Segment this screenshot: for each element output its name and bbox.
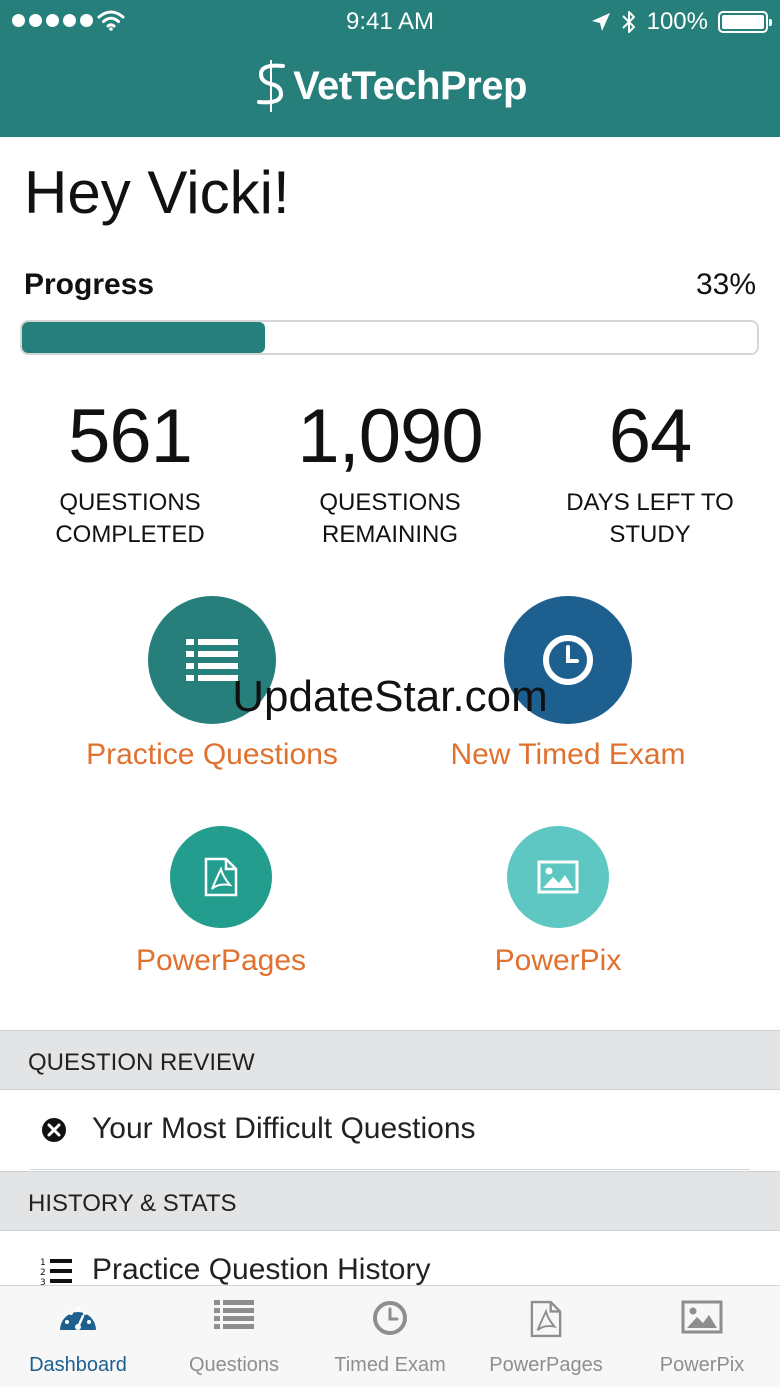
list-item-label: Your Most Difficult Questions <box>92 1112 476 1145</box>
power-pix-label: PowerPix <box>494 944 622 977</box>
tab-powerpix[interactable]: PowerPix <box>624 1286 780 1387</box>
watermark-text: UpdateStar.com <box>232 672 548 721</box>
stat-label-line: STUDY <box>609 521 691 548</box>
location-arrow-icon <box>591 13 610 31</box>
stat-label: DAYS LEFT TO STUDY <box>520 487 780 551</box>
power-pages-button[interactable]: PowerPages <box>71 826 371 978</box>
tab-timed-exam[interactable]: Timed Exam <box>312 1286 468 1387</box>
tab-label: PowerPages <box>489 1354 603 1376</box>
dashboard-icon <box>60 1307 96 1330</box>
tab-powerpages[interactable]: PowerPages <box>468 1286 624 1387</box>
stat-number: 561 <box>68 394 193 479</box>
stat-label: QUESTIONS COMPLETED <box>0 487 260 551</box>
new-timed-exam-label: New Timed Exam <box>450 738 686 771</box>
numbered-list-icon: 1 2 3 <box>40 1258 72 1285</box>
section-header-question-review: QUESTION REVIEW <box>0 1030 780 1090</box>
caduceus-logo-icon <box>257 60 286 112</box>
tab-dashboard[interactable]: Dashboard <box>0 1286 156 1387</box>
row-divider <box>30 1169 750 1170</box>
app-header: 9:41 AM 100% VetTechPrep <box>0 0 780 137</box>
list-item-label: Practice Question History <box>92 1253 431 1285</box>
image-icon <box>537 860 579 894</box>
svg-text:3: 3 <box>40 1278 46 1285</box>
power-pix-button[interactable]: PowerPix <box>408 826 708 978</box>
practice-questions-label: Practice Questions <box>86 738 338 771</box>
list-icon <box>214 1300 254 1329</box>
tab-label: Questions <box>188 1354 280 1376</box>
list-item-practice-question-history[interactable]: 1 2 3 Practice Question History <box>0 1231 780 1285</box>
stat-number: 1,090 <box>297 394 483 479</box>
list-item-most-difficult-questions[interactable]: Your Most Difficult Questions <box>0 1090 780 1170</box>
stat-questions-completed: 561 QUESTIONS COMPLETED <box>0 395 260 551</box>
status-bar: 9:41 AM 100% <box>0 0 780 44</box>
pdf-icon <box>530 1300 562 1338</box>
image-icon <box>681 1300 723 1334</box>
battery-icon <box>718 11 772 33</box>
tab-questions[interactable]: Questions <box>156 1286 312 1387</box>
stat-label-line: COMPLETED <box>55 521 205 548</box>
tab-bar: Dashboard Questions Timed Exam PowerPage… <box>0 1285 780 1387</box>
stat-label: QUESTIONS REMAINING <box>260 487 520 551</box>
stat-number: 64 <box>608 394 693 479</box>
power-pix-circle[interactable] <box>507 826 609 928</box>
close-circle-icon <box>42 1118 66 1142</box>
tab-label: Timed Exam <box>334 1354 446 1376</box>
svg-text:2: 2 <box>40 1268 46 1278</box>
greeting-title: Hey Vicki! <box>24 159 290 226</box>
progress-label: Progress <box>24 268 155 301</box>
power-pages-circle[interactable] <box>170 826 272 928</box>
tab-label: Dashboard <box>29 1354 127 1376</box>
stat-label-line: REMAINING <box>321 521 458 548</box>
status-right: 100% <box>591 8 772 36</box>
tab-label: PowerPix <box>659 1354 745 1376</box>
section-header-label: QUESTION REVIEW <box>28 1049 255 1076</box>
section-header-history-stats: HISTORY & STATS <box>0 1171 780 1231</box>
stat-days-left: 64 DAYS LEFT TO STUDY <box>520 395 780 551</box>
pdf-icon <box>204 857 238 897</box>
app-logo-text: VetTechPrep <box>293 63 527 108</box>
stat-questions-remaining: 1,090 QUESTIONS REMAINING <box>260 395 520 551</box>
clock-icon <box>373 1301 407 1335</box>
stats-row: 561 QUESTIONS COMPLETED 1,090 QUESTIONS … <box>0 395 780 555</box>
app-logo: VetTechPrep <box>0 58 780 114</box>
progress-bar <box>20 320 759 355</box>
stat-label-line: DAYS LEFT TO <box>566 489 734 516</box>
battery-percent: 100% <box>646 8 708 35</box>
stat-label-line: QUESTIONS <box>319 489 461 516</box>
svg-text:1: 1 <box>40 1258 46 1268</box>
stat-label-line: QUESTIONS <box>59 489 201 516</box>
bluetooth-icon <box>621 11 635 33</box>
power-pages-label: PowerPages <box>135 944 307 977</box>
progress-bar-fill <box>22 322 265 353</box>
progress-percent: 33% <box>695 268 756 301</box>
section-header-label: HISTORY & STATS <box>28 1190 237 1217</box>
